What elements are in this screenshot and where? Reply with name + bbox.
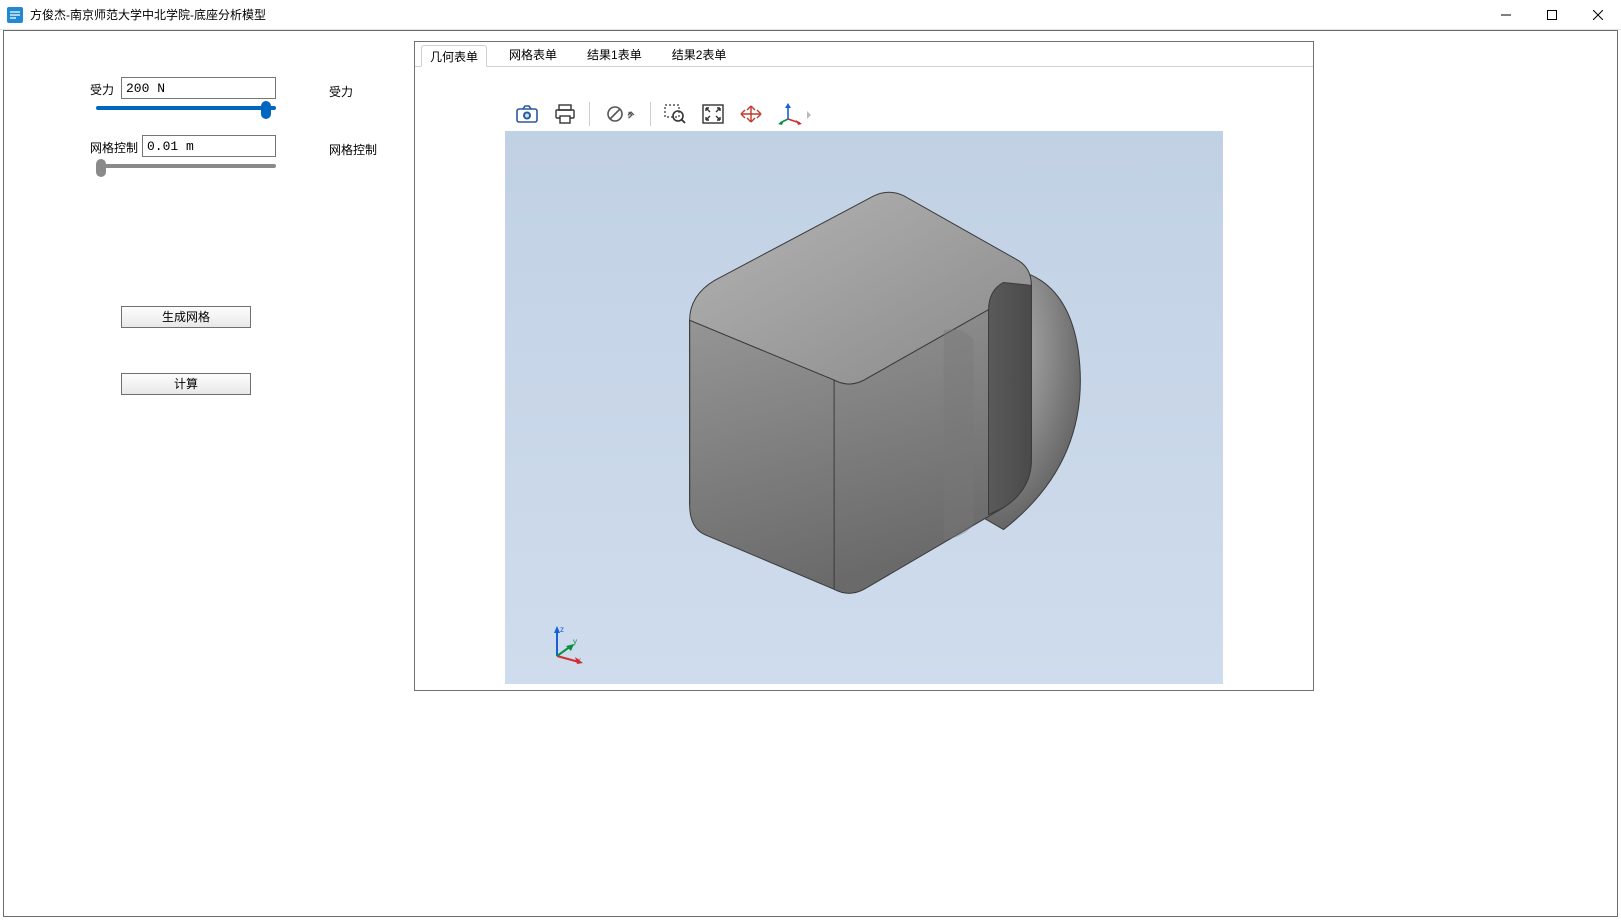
title-bar: 方俊杰-南京师范大学中北学院-底座分析模型 [0, 0, 1621, 30]
tab-geometry[interactable]: 几何表单 [421, 45, 487, 67]
mesh-mirror-label: 网格控制 [329, 141, 377, 158]
force-input[interactable] [121, 77, 276, 99]
window-title: 方俊杰-南京师范大学中北学院-底座分析模型 [30, 6, 266, 23]
3d-canvas[interactable]: z y x [505, 131, 1223, 684]
force-slider[interactable] [96, 98, 276, 118]
viewer: z y x [505, 97, 1223, 684]
tab-result2[interactable]: 结果2表单 [664, 44, 735, 66]
compute-button[interactable]: 计算 [121, 373, 251, 395]
main-panel: 几何表单 网格表单 结果1表单 结果2表单 [414, 41, 1314, 691]
app-icon [6, 6, 24, 24]
mesh-label: 网格控制 [90, 139, 138, 156]
toolbar-separator [589, 102, 590, 126]
close-button[interactable] [1575, 0, 1621, 30]
axis-z-label: z [560, 625, 564, 634]
model-geometry [505, 131, 1223, 684]
viewer-toolbar [505, 97, 1223, 131]
tab-result1[interactable]: 结果1表单 [579, 44, 650, 66]
side-panel: 受力 受力 网格控制 网格控制 生成网格 计算 [4, 31, 414, 916]
no-symbol-icon[interactable] [598, 99, 642, 129]
tab-bar: 几何表单 网格表单 结果1表单 结果2表单 [415, 42, 1313, 67]
force-mirror-label: 受力 [329, 83, 353, 100]
zoom-area-icon[interactable] [659, 99, 691, 129]
client-area: 受力 受力 网格控制 网格控制 生成网格 计算 几何表单 网格表单 结果1表单 … [3, 30, 1618, 917]
axis-orient-icon[interactable] [773, 99, 817, 129]
camera-icon[interactable] [511, 99, 543, 129]
mesh-input[interactable] [142, 135, 276, 157]
maximize-button[interactable] [1529, 0, 1575, 30]
zoom-extents-icon[interactable] [735, 99, 767, 129]
minimize-button[interactable] [1483, 0, 1529, 30]
toolbar-separator [650, 102, 651, 126]
axis-y-label: y [573, 637, 577, 646]
tab-mesh[interactable]: 网格表单 [501, 44, 565, 66]
generate-mesh-button[interactable]: 生成网格 [121, 306, 251, 328]
viewer-wrap: z y x [415, 67, 1313, 690]
axis-x-label: x [577, 656, 581, 664]
force-label: 受力 [90, 81, 114, 98]
print-icon[interactable] [549, 99, 581, 129]
fit-view-icon[interactable] [697, 99, 729, 129]
axis-triad-icon: z y x [545, 624, 585, 664]
mesh-slider[interactable] [96, 156, 276, 176]
